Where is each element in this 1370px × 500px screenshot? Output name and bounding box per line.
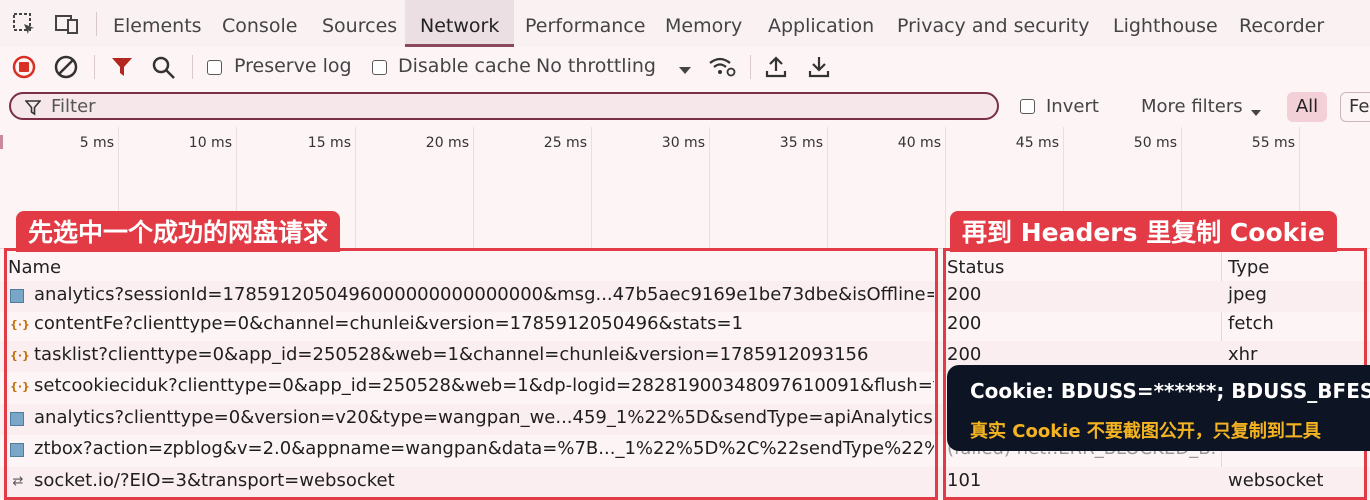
request-name: socket.io/?EIO=3&transport=websocket <box>34 470 395 491</box>
timeline-tick-label: 45 ms <box>1015 135 1059 151</box>
timeline-tick-label: 55 ms <box>1251 135 1295 151</box>
request-name: setcookieciduk?clienttype=0&app_id=25052… <box>34 375 934 396</box>
search-icon[interactable] <box>152 56 176 84</box>
devtools-tab-bar: Elements Console Sources Network Perform… <box>0 0 1370 48</box>
more-filters-button[interactable]: More filters <box>1141 96 1243 117</box>
disable-cache-checkbox[interactable] <box>372 60 387 75</box>
network-toolbar: Preserve log Disable cache No throttling <box>0 47 1370 88</box>
stop-recording-icon[interactable] <box>12 55 36 83</box>
tab-memory[interactable]: Memory <box>665 0 742 47</box>
timeline-tick-label: 15 ms <box>307 135 351 151</box>
request-status: 200 <box>947 313 982 334</box>
toolbar-divider <box>750 55 751 79</box>
invert-checkbox[interactable] <box>1020 99 1035 114</box>
timeline-gridline <box>945 127 946 248</box>
tab-recorder[interactable]: Recorder <box>1239 0 1324 47</box>
cookie-tip-line1: Cookie: BDUSS=******; BDUSS_BFESS <box>970 379 1370 403</box>
column-header-status[interactable]: Status <box>947 257 1004 278</box>
inspect-element-icon[interactable] <box>12 12 36 40</box>
timeline-gridline <box>473 127 474 248</box>
invert-label: Invert <box>1046 96 1099 117</box>
request-type: jpeg <box>1228 284 1267 305</box>
request-status: 200 <box>947 344 982 365</box>
tab-elements[interactable]: Elements <box>113 0 202 47</box>
filter-row: Filter Invert More filters All Fet <box>0 87 1370 128</box>
tab-privacy-and-security[interactable]: Privacy and security <box>897 0 1089 47</box>
image-icon <box>10 443 24 457</box>
timeline-tick-label: 5 ms <box>79 135 114 151</box>
disable-cache-label: Disable cache <box>398 55 531 77</box>
timeline-tick-label: 10 ms <box>188 135 232 151</box>
websocket-icon: ⇄ <box>12 474 24 489</box>
network-conditions-icon[interactable] <box>708 56 736 82</box>
toolbar-divider <box>192 55 193 79</box>
annotation-label-right: 再到 Headers 里复制 Cookie <box>950 211 1337 252</box>
tab-sources[interactable]: Sources <box>322 0 397 47</box>
tab-console[interactable]: Console <box>222 0 297 47</box>
request-type: websocket <box>1228 470 1324 491</box>
fetch-icon: {·} <box>10 318 30 331</box>
filter-fetch-button[interactable]: Fet <box>1340 92 1370 122</box>
clear-icon[interactable] <box>54 55 78 83</box>
table-row[interactable]: analytics?sessionId=17859120504960000000… <box>0 281 1370 312</box>
timeline-gridline <box>591 127 592 248</box>
tab-performance[interactable]: Performance <box>525 0 645 47</box>
image-icon <box>10 289 24 303</box>
timeline-start-marker <box>0 135 3 149</box>
annotation-label-left: 先选中一个成功的网盘请求 <box>16 211 341 252</box>
filter-all-button[interactable]: All <box>1287 92 1327 122</box>
request-status: 200 <box>947 284 982 305</box>
timeline-gridline <box>827 127 828 248</box>
table-row[interactable]: {·} contentFe?clienttype=0&channel=chunl… <box>0 310 1370 341</box>
tab-lighthouse[interactable]: Lighthouse <box>1113 0 1218 47</box>
column-header-type[interactable]: Type <box>1228 257 1269 278</box>
chevron-down-icon[interactable] <box>678 61 692 80</box>
timeline-tick-label: 50 ms <box>1133 135 1177 151</box>
image-icon <box>10 412 24 426</box>
timeline-tick-label: 20 ms <box>425 135 469 151</box>
chevron-down-icon[interactable] <box>1250 103 1262 122</box>
device-toolbar-icon[interactable] <box>54 12 80 40</box>
request-type: fetch <box>1228 313 1274 334</box>
request-name: ztbox?action=zpblog&v=2.0&appname=wangpa… <box>34 438 934 459</box>
preserve-log-checkbox[interactable] <box>207 60 222 75</box>
throttling-select[interactable]: No throttling <box>536 55 656 77</box>
request-name: contentFe?clienttype=0&channel=chunlei&v… <box>34 313 744 334</box>
timeline-tick-label: 25 ms <box>543 135 587 151</box>
filter-funnel-icon[interactable] <box>111 56 133 82</box>
timeline-tick-label: 30 ms <box>661 135 705 151</box>
request-type: xhr <box>1228 344 1258 365</box>
timeline-gridline <box>355 127 356 248</box>
preserve-log-label: Preserve log <box>234 55 352 77</box>
cookie-tip-card: Cookie: BDUSS=******; BDUSS_BFESS 真实 Coo… <box>947 365 1370 451</box>
fetch-icon: {·} <box>10 349 30 362</box>
column-header-name[interactable]: Name <box>8 257 61 278</box>
timeline-tick-label: 35 ms <box>779 135 823 151</box>
request-name: analytics?clienttype=0&version=v20&type=… <box>34 407 934 428</box>
tab-network[interactable]: Network <box>405 0 515 47</box>
toolbar-divider <box>94 55 95 79</box>
request-name: analytics?sessionId=17859120504960000000… <box>34 284 934 305</box>
export-har-icon[interactable] <box>808 55 830 83</box>
import-har-icon[interactable] <box>765 55 787 83</box>
timeline-tick-label: 40 ms <box>897 135 941 151</box>
timeline-gridline <box>709 127 710 248</box>
cookie-tip-line2: 真实 Cookie 不要截图公开，只复制到工具 <box>970 421 1321 442</box>
request-status: 101 <box>947 470 982 491</box>
tab-application[interactable]: Application <box>768 0 874 47</box>
fetch-icon: {·} <box>10 380 30 393</box>
filter-placeholder: Filter <box>51 96 96 117</box>
filter-input[interactable]: Filter <box>9 92 999 120</box>
filter-funnel-icon <box>24 100 42 120</box>
tab-divider <box>96 12 97 36</box>
table-row[interactable]: ⇄ socket.io/?EIO=3&transport=websocket 1… <box>0 467 1370 498</box>
request-name: tasklist?clienttype=0&app_id=250528&web=… <box>34 344 869 365</box>
